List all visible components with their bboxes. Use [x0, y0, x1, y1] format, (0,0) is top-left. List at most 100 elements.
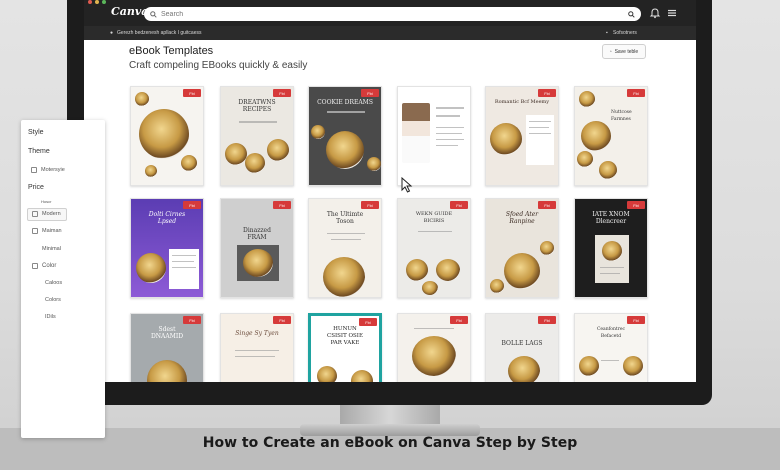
food-image [508, 356, 540, 382]
text-line [529, 133, 551, 134]
food-image [412, 336, 456, 376]
theme-option[interactable]: Motersyie [41, 167, 65, 173]
food-image [490, 123, 522, 155]
monitor: Canva ● [67, 0, 712, 405]
text-line [436, 145, 458, 146]
template-badge: Fbi [273, 316, 291, 324]
template-badge: Fbi [183, 89, 201, 97]
right-label[interactable]: Sofsotners [613, 30, 637, 36]
food-image [135, 92, 149, 106]
menu-icon[interactable] [666, 7, 678, 19]
template-title: Sfoed Ater Ranpine [505, 211, 539, 225]
price-option-2[interactable]: Maiman [42, 228, 62, 234]
template-card[interactable]: Fbi WEKN GUIDE BICIRIS [397, 198, 471, 298]
template-title: Ceanfontrec Befacetd [596, 327, 626, 339]
template-badge: Fbi [627, 89, 645, 97]
color-option-2[interactable]: Colors [45, 297, 61, 303]
color-checkbox[interactable] [32, 263, 38, 269]
food-image [147, 360, 187, 382]
template-title: BOLLE LAGS [501, 340, 543, 347]
template-title: HUNUN CSISIT OSIE PAR VAKE [327, 326, 363, 346]
price-option-3[interactable]: Minimal [42, 246, 61, 252]
template-card[interactable]: Fbi IATE XNOM Dlencreer [574, 198, 648, 298]
color-option-1[interactable]: Caloos [45, 280, 62, 286]
chef-photo [402, 103, 430, 163]
template-card[interactable]: Fbi [397, 313, 471, 382]
food-image [579, 356, 599, 376]
food-image [267, 139, 289, 161]
minimize-dot[interactable] [95, 0, 99, 4]
save-button-label: Save teble [614, 48, 639, 55]
template-card[interactable]: Fbi Singe Sy Tyen [220, 313, 294, 382]
text-panel [526, 115, 554, 165]
price-checkbox-2[interactable] [32, 228, 38, 234]
template-card[interactable] [397, 86, 471, 186]
template-card[interactable]: Fbi The Ultimte Toson [308, 198, 382, 298]
food-image [225, 143, 247, 165]
template-card[interactable]: Fbi BOLLE LAGS [485, 313, 559, 382]
template-title: Singe Sy Tyen [235, 330, 279, 337]
text-line [529, 127, 549, 128]
food-image [436, 259, 460, 281]
template-card[interactable]: Fbi DREATWNS RECIPES [220, 86, 294, 186]
template-card[interactable]: Fbi COOKIE DREAMS [308, 86, 382, 186]
bookmark-icon: ▫ [609, 48, 612, 55]
page-title: eBook Templates [129, 45, 214, 57]
text-line [239, 121, 277, 123]
template-card[interactable]: Fbi Sfoed Ater Ranpine [485, 198, 559, 298]
template-card[interactable]: Fbi Dinazzed FRAM [220, 198, 294, 298]
window-controls [88, 0, 106, 4]
food-image [311, 125, 325, 139]
template-title: IATE XNOM Dlencreer [592, 211, 630, 225]
food-image [504, 253, 540, 289]
maximize-dot[interactable] [102, 0, 106, 4]
mouse-cursor-icon [401, 177, 413, 193]
food-image [490, 279, 504, 293]
theme-checkbox[interactable] [31, 167, 37, 173]
text-line [436, 139, 464, 140]
template-card[interactable]: Fbi Ceanfontrec Befacetd [574, 313, 648, 382]
food-image [579, 91, 595, 107]
color-option-3[interactable]: IDils [45, 314, 56, 320]
search-bar[interactable] [144, 7, 641, 21]
price-hint: Hoscr [41, 199, 52, 204]
filter-theme[interactable]: Theme [28, 148, 50, 155]
filter-color[interactable]: Color [42, 263, 56, 269]
template-title: Romantic Bcf Meemy [494, 99, 550, 105]
text-line [436, 127, 464, 128]
template-badge: Fbi [273, 201, 291, 209]
bell-icon[interactable] [649, 7, 661, 19]
template-card[interactable]: Fbi Dolti Cirnes Lpsed [130, 198, 204, 298]
search-input[interactable] [161, 10, 628, 18]
text-line [327, 111, 365, 113]
template-card[interactable]: Fbi Nuttcose Farmnes [574, 86, 648, 186]
food-image [599, 161, 617, 179]
food-image [243, 249, 273, 277]
food-image [136, 253, 166, 283]
food-image [145, 165, 157, 177]
template-title: The Ultimte Toson [326, 211, 364, 225]
search-submit-icon[interactable] [628, 10, 635, 18]
price-option-1[interactable]: Modern [42, 211, 61, 217]
template-card[interactable]: Fbi HUNUN CSISIT OSIE PAR VAKE [308, 313, 382, 382]
template-card[interactable]: Fbi Romantic Bcf Meemy [485, 86, 559, 186]
price-checkbox-1[interactable] [32, 211, 38, 217]
template-card[interactable]: Fbi Sdest DNAAMID [130, 313, 204, 382]
template-title: Dolti Cirnes Lpsed [148, 211, 186, 225]
food-image [623, 356, 643, 376]
food-image [577, 151, 593, 167]
canva-logo[interactable]: Canva [111, 5, 148, 18]
text-line [172, 255, 196, 256]
sub-toolbar: ● Gerezh bedzenesh apllack I guitcaess ▪… [84, 26, 696, 40]
template-badge: Fbi [538, 201, 556, 209]
food-image [602, 241, 622, 261]
template-card[interactable]: Fbi [130, 86, 204, 186]
text-line [235, 350, 279, 351]
save-button[interactable]: ▫ Save teble [602, 44, 646, 59]
template-badge: Fbi [359, 318, 377, 326]
filter-price[interactable]: Price [28, 184, 44, 191]
text-line [529, 121, 551, 122]
template-badge: Fbi [361, 89, 379, 97]
filter-style[interactable]: Style [28, 129, 44, 136]
close-dot[interactable] [88, 0, 92, 4]
